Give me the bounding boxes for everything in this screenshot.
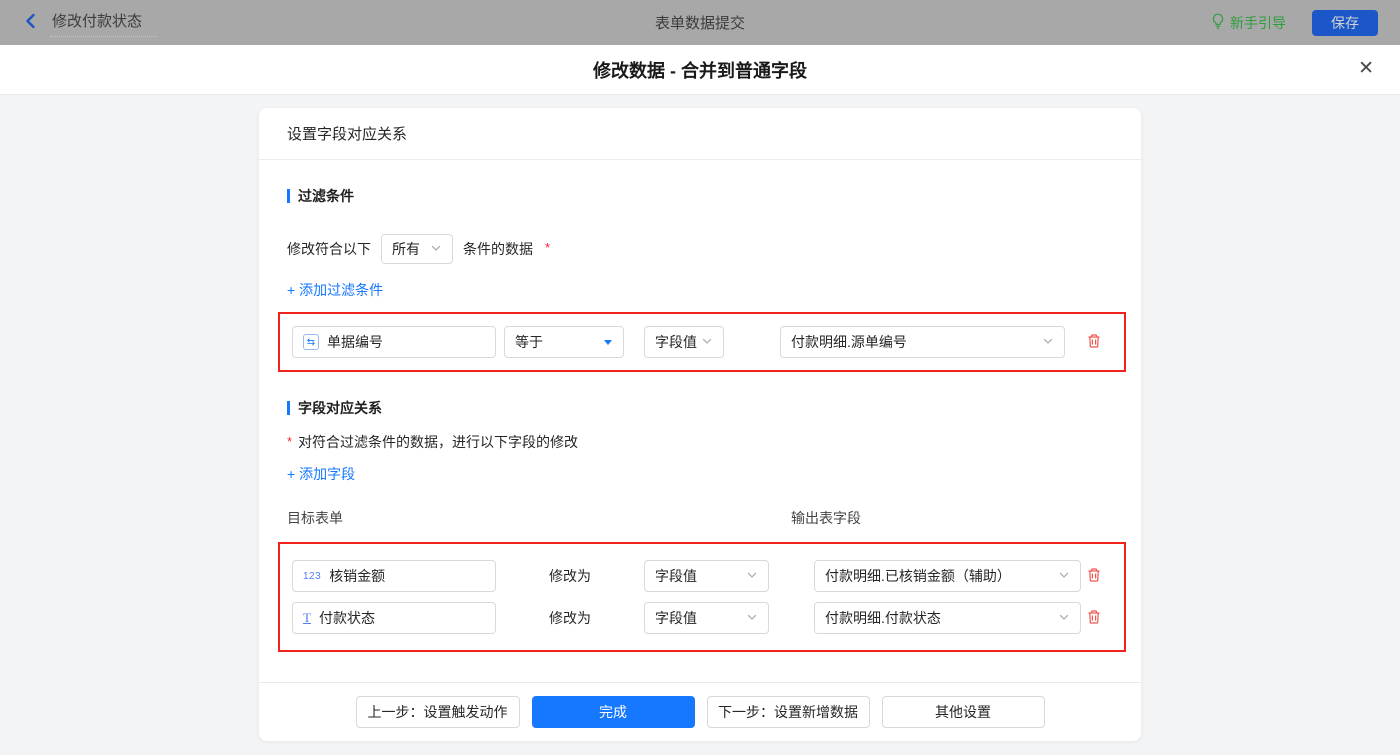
mapping-row: 123 核销金额 修改为 字段值 付款明细.已核销金额（辅助） — [292, 560, 1112, 592]
condition-field-box[interactable]: ⇆ 单据编号 — [292, 326, 496, 358]
chevron-down-icon — [1058, 568, 1070, 584]
target-field-box[interactable]: 123 核销金额 — [292, 560, 496, 592]
value-type-select[interactable]: 字段值 — [644, 602, 769, 634]
dialog-title: 修改数据 - 合并到普通字段 — [593, 60, 807, 81]
chevron-down-icon — [701, 334, 713, 350]
chevron-down-icon — [1042, 334, 1054, 350]
target-field-label: 核销金额 — [329, 568, 386, 584]
filter-condition-highlight-box: ⇆ 单据编号 等于 字段值 付款明细.源单编号 — [278, 312, 1126, 372]
target-field-box[interactable]: T 付款状态 — [292, 602, 496, 634]
serial-number-field-icon: ⇆ — [303, 334, 319, 350]
number-field-icon: 123 — [303, 570, 322, 582]
delete-condition-button[interactable] — [1086, 333, 1102, 352]
match-mode-select[interactable]: 所有 — [381, 234, 453, 264]
modify-to-label: 修改为 — [549, 610, 591, 626]
back-button[interactable] — [22, 12, 40, 33]
save-button[interactable]: 保存 — [1312, 9, 1378, 36]
match-suffix-label: 条件的数据 — [463, 241, 533, 257]
match-prefix-label: 修改符合以下 — [287, 241, 371, 257]
match-condition-row: 修改符合以下 所有 条件的数据 * — [287, 234, 1113, 264]
beginner-guide-label: 新手引导 — [1230, 14, 1286, 31]
target-form-column-label: 目标表单 — [287, 510, 343, 526]
other-settings-button[interactable]: 其他设置 — [881, 696, 1045, 728]
value-type-select[interactable]: 字段值 — [644, 560, 769, 592]
dialog-body: 设置字段对应关系 过滤条件 修改符合以下 所有 条件的数据 * + 添加过滤条件 — [0, 95, 1400, 755]
done-button[interactable]: 完成 — [531, 696, 695, 728]
chevron-down-icon — [746, 568, 758, 584]
dialog-header: 修改数据 - 合并到普通字段 ✕ — [0, 45, 1400, 95]
text-field-icon: T — [303, 610, 311, 625]
flow-type-title: 表单数据提交 — [654, 15, 745, 32]
condition-field-label: 单据编号 — [327, 334, 383, 350]
value-type-select[interactable]: 字段值 — [644, 326, 724, 358]
chevron-down-icon — [430, 241, 442, 257]
trash-icon — [1086, 609, 1102, 628]
add-field-link[interactable]: + 添加字段 — [287, 464, 355, 484]
required-mark: * — [545, 239, 551, 255]
required-mark: * — [287, 434, 293, 449]
operator-select[interactable]: 等于 — [504, 326, 624, 358]
settings-card: 设置字段对应关系 过滤条件 修改符合以下 所有 条件的数据 * + 添加过滤条件 — [259, 108, 1141, 741]
chevron-left-icon — [22, 12, 40, 33]
section-bar — [287, 401, 290, 415]
trash-icon — [1086, 333, 1102, 352]
mapping-section-title: 字段对应关系 — [287, 398, 1113, 418]
condition-value-select[interactable]: 付款明细.源单编号 — [780, 326, 1065, 358]
flow-name[interactable]: 修改付款状态 — [50, 8, 157, 37]
add-filter-condition-link[interactable]: + 添加过滤条件 — [287, 280, 383, 300]
section-bar — [287, 189, 290, 203]
field-mapping-highlight-box: 123 核销金额 修改为 字段值 付款明细.已核销金额（辅助） T 付款状态 修… — [278, 542, 1126, 652]
output-field-column-label: 输出表字段 — [791, 510, 861, 526]
trash-icon — [1086, 567, 1102, 586]
card-header: 设置字段对应关系 — [259, 108, 1141, 160]
prev-step-button[interactable]: 上一步：设置触发动作 — [355, 696, 520, 728]
filter-section-title: 过滤条件 — [287, 186, 1113, 206]
mapping-row: T 付款状态 修改为 字段值 付款明细.付款状态 — [292, 602, 1112, 634]
lightbulb-icon — [1211, 13, 1225, 33]
output-field-select[interactable]: 付款明细.付款状态 — [814, 602, 1081, 634]
dialog-footer: 上一步：设置触发动作 完成 下一步：设置新增数据 其他设置 — [259, 682, 1141, 741]
chevron-down-icon — [1058, 610, 1070, 626]
target-field-label: 付款状态 — [318, 610, 375, 626]
filter-condition-row: ⇆ 单据编号 等于 字段值 付款明细.源单编号 — [292, 326, 1112, 358]
chevron-down-icon — [746, 610, 758, 626]
beginner-guide-link[interactable]: 新手引导 — [1211, 13, 1286, 33]
mapping-description: * 对符合过滤条件的数据，进行以下字段的修改 — [287, 434, 579, 450]
delete-mapping-button[interactable] — [1086, 567, 1102, 586]
next-step-button[interactable]: 下一步：设置新增数据 — [706, 696, 870, 728]
top-bar: 修改付款状态 表单数据提交 新手引导 保存 — [0, 0, 1400, 45]
close-icon[interactable]: ✕ — [1358, 59, 1374, 78]
modify-to-label: 修改为 — [549, 568, 591, 584]
triangle-down-icon — [603, 334, 613, 350]
output-field-select[interactable]: 付款明细.已核销金额（辅助） — [814, 560, 1081, 592]
delete-mapping-button[interactable] — [1086, 609, 1102, 628]
mapping-columns-header: 目标表单 输出表字段 — [287, 508, 1113, 528]
